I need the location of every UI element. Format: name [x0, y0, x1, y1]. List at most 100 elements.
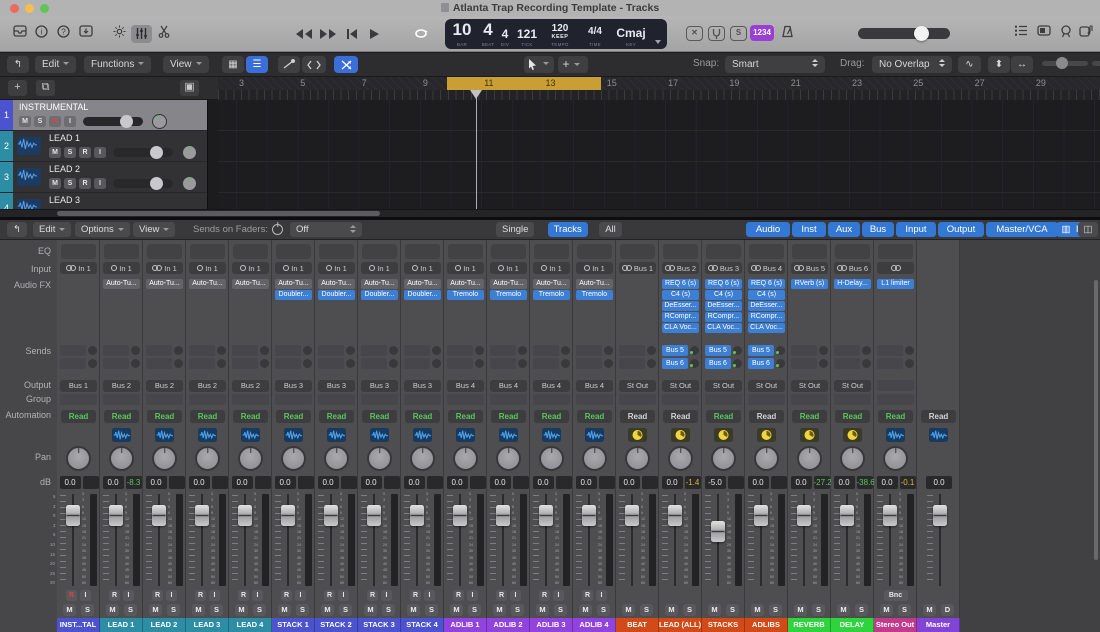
fader-cap[interactable]: [453, 505, 467, 526]
send-destination[interactable]: [103, 345, 129, 356]
audio-fx-slot[interactable]: Doubler...: [318, 290, 355, 300]
send-destination[interactable]: [791, 358, 817, 369]
automation-curve-icon[interactable]: [278, 56, 300, 73]
input-slot[interactable]: Bus 3: [705, 262, 742, 274]
audio-fx-slot[interactable]: RVerb (s): [791, 279, 828, 289]
group-slot[interactable]: [791, 394, 828, 405]
send-slot[interactable]: [232, 345, 271, 356]
send-destination[interactable]: [275, 358, 301, 369]
input-monitoring-icon[interactable]: [456, 428, 475, 442]
pan-knob[interactable]: [496, 446, 521, 471]
mute-button[interactable]: M: [923, 604, 936, 616]
input-monitoring-icon[interactable]: [198, 428, 217, 442]
mute-button[interactable]: M: [63, 604, 76, 616]
send-destination[interactable]: [490, 358, 516, 369]
fader-cap[interactable]: [496, 505, 510, 526]
channel-name[interactable]: Master: [917, 618, 960, 632]
drag-select[interactable]: No Overlap: [872, 56, 952, 73]
send-destination[interactable]: [189, 358, 215, 369]
channel-fader[interactable]: [917, 492, 960, 588]
loop-browser-icon[interactable]: [1056, 25, 1075, 43]
send-slot[interactable]: [189, 358, 228, 369]
bar-ruler[interactable]: 357911131517192123252729: [218, 77, 1100, 100]
record-enable-button[interactable]: R: [195, 590, 206, 601]
filter-mastervca-button[interactable]: Master/VCA: [986, 222, 1058, 237]
audio-fx-slot[interactable]: C4 (s): [705, 290, 742, 300]
volume-value[interactable]: 0.0: [619, 476, 640, 489]
track-s-button[interactable]: S: [64, 147, 76, 158]
mute-button[interactable]: M: [192, 604, 205, 616]
send-destination[interactable]: [877, 345, 903, 356]
automation-mode-button[interactable]: Read: [749, 410, 784, 423]
audio-fx-slot[interactable]: REQ 6 (s): [748, 279, 785, 289]
waveform-zoom-button[interactable]: ∿: [958, 56, 981, 73]
eq-thumbnail[interactable]: [104, 244, 139, 259]
channel-fader[interactable]: 03691215182124303540455060: [57, 492, 100, 588]
audio-fx-slot[interactable]: Auto-Tu...: [447, 279, 484, 289]
audio-fx-slot[interactable]: Auto-Tu...: [103, 279, 140, 289]
send-level-knob[interactable]: [346, 359, 355, 368]
pan-knob[interactable]: [668, 446, 693, 471]
input-monitor-button[interactable]: I: [295, 590, 306, 601]
pan-knob[interactable]: [453, 446, 478, 471]
group-slot[interactable]: [447, 394, 484, 405]
send-slot[interactable]: [791, 345, 830, 356]
volume-value[interactable]: 0.0: [318, 476, 339, 489]
input-slot[interactable]: In 1: [361, 262, 398, 274]
channel-fader[interactable]: 03691215182124303540455060: [831, 492, 874, 588]
pan-knob[interactable]: [711, 446, 736, 471]
fader-cap[interactable]: [840, 505, 854, 526]
filter-aux-button[interactable]: Aux: [828, 222, 860, 237]
send-slot[interactable]: [103, 358, 142, 369]
send-level-knob[interactable]: [131, 359, 140, 368]
pan-knob[interactable]: [883, 446, 908, 471]
send-slot[interactable]: [404, 358, 443, 369]
track-r-button[interactable]: R: [79, 178, 91, 189]
group-slot[interactable]: [576, 394, 613, 405]
channel-fader[interactable]: 03691215182124303540455060: [530, 492, 573, 588]
group-slot[interactable]: [103, 394, 140, 405]
record-enable-button[interactable]: R: [582, 590, 593, 601]
track-i-button[interactable]: I: [94, 147, 106, 158]
input-monitor-button[interactable]: I: [510, 590, 521, 601]
volume-value[interactable]: 0.0: [490, 476, 511, 489]
input-monitoring-icon[interactable]: [886, 428, 905, 442]
send-level-knob[interactable]: [389, 346, 398, 355]
peak-value[interactable]: [298, 476, 314, 489]
input-slot[interactable]: [877, 262, 914, 274]
help-icon[interactable]: ?: [54, 25, 73, 43]
record-enable-button[interactable]: R: [539, 590, 550, 601]
send-slot[interactable]: [318, 358, 357, 369]
channel-fader[interactable]: 03691215182124303540455060: [401, 492, 444, 588]
solo-button[interactable]: S: [124, 604, 137, 616]
mixer-view-all-button[interactable]: All: [599, 222, 622, 237]
send-level-knob[interactable]: [819, 359, 828, 368]
send-slot[interactable]: [490, 358, 529, 369]
input-monitor-button[interactable]: I: [209, 590, 220, 601]
fader-cap[interactable]: [324, 505, 338, 526]
track-volume-slider[interactable]: [113, 148, 173, 157]
hide-mixer-button[interactable]: ↰: [7, 222, 27, 237]
automation-mode-button[interactable]: Read: [491, 410, 526, 423]
channel-fader[interactable]: 03691215182124303540455060: [659, 492, 702, 588]
record-enable-button[interactable]: R: [281, 590, 292, 601]
send-level-knob[interactable]: [475, 359, 484, 368]
pan-knob[interactable]: [539, 446, 564, 471]
input-monitoring-icon[interactable]: [585, 428, 604, 442]
play-button[interactable]: [363, 24, 385, 44]
send-level-knob[interactable]: [819, 346, 828, 355]
mute-button[interactable]: M: [321, 604, 334, 616]
automation-mode-button[interactable]: Read: [706, 410, 741, 423]
input-monitor-button[interactable]: I: [166, 590, 177, 601]
send-slot[interactable]: Bus 6: [662, 358, 701, 369]
group-slot[interactable]: [619, 394, 656, 405]
channel-name[interactable]: STACK 4: [401, 618, 444, 632]
peak-value[interactable]: [556, 476, 572, 489]
track-volume-slider[interactable]: [83, 117, 143, 126]
input-slot[interactable]: Bus 6: [834, 262, 871, 274]
metronome-icon[interactable]: [778, 25, 797, 43]
rewind-button[interactable]: [293, 24, 315, 44]
track-i-button[interactable]: I: [64, 116, 76, 127]
solo-button[interactable]: S: [382, 604, 395, 616]
sends-on-faders-power-icon[interactable]: [272, 224, 283, 235]
